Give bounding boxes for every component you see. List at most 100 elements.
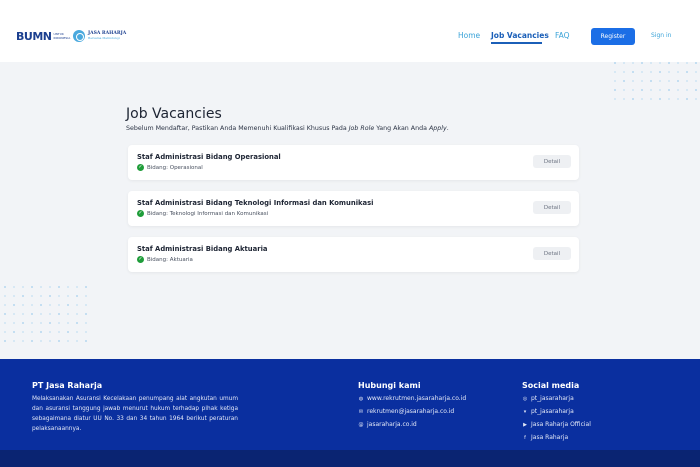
decorative-dot (695, 62, 697, 64)
decorative-dot (31, 331, 33, 333)
decorative-dot (67, 286, 69, 288)
decorative-dot (13, 286, 15, 288)
social-twitter-text: pt_jasaraharja (531, 408, 574, 415)
decorative-dot (85, 286, 87, 288)
contact-website-link[interactable]: ◍ www.rekrutmen.jasaraharja.co.id (358, 395, 466, 402)
nav-job-vacancies[interactable]: Job Vacancies (491, 31, 549, 40)
decorative-dot (49, 286, 51, 288)
decorative-dot (632, 71, 634, 73)
decorative-dot (686, 62, 688, 64)
nav-home[interactable]: Home (458, 31, 480, 40)
decorative-dot (677, 89, 679, 91)
decorative-dot (40, 313, 42, 315)
decorative-dot (76, 286, 78, 288)
decorative-dot (632, 80, 634, 82)
job-card[interactable]: Staf Administrasi Bidang Aktuaria ✓ Bida… (128, 237, 579, 272)
decorative-dot (22, 295, 24, 297)
decorative-dot (641, 89, 643, 91)
decorative-dot (650, 98, 652, 100)
decorative-dot (614, 62, 616, 64)
active-nav-underline (491, 42, 542, 44)
decorative-dot (22, 286, 24, 288)
social-youtube-link[interactable]: ▶ Jasa Raharja Official (522, 421, 591, 428)
decorative-dot (40, 304, 42, 306)
decorative-dot (49, 295, 51, 297)
decorative-dot (13, 295, 15, 297)
page-title: Job Vacancies (126, 106, 222, 122)
detail-button[interactable]: Detail (533, 201, 571, 214)
detail-button[interactable]: Detail (533, 155, 571, 168)
detail-button[interactable]: Detail (533, 247, 571, 260)
decorative-dot (40, 322, 42, 324)
decorative-dot (677, 80, 679, 82)
subtitle-text-2: Yang Akan Anda (374, 125, 429, 132)
check-circle-icon: ✓ (137, 164, 144, 171)
decorative-dot (650, 80, 652, 82)
decorative-dot (677, 98, 679, 100)
instagram-icon: ◎ (522, 395, 528, 402)
decorative-dot (623, 71, 625, 73)
footer-social-title: Social media (522, 381, 580, 390)
decorative-dot (614, 71, 616, 73)
decorative-dot (641, 62, 643, 64)
decorative-dot (85, 304, 87, 306)
decorative-dot (85, 295, 87, 297)
decorative-dot (659, 62, 661, 64)
decorative-dot (58, 331, 60, 333)
decorative-dot (22, 322, 24, 324)
decorative-dot (22, 304, 24, 306)
globe-icon: ◍ (358, 395, 364, 402)
decorative-dot (659, 71, 661, 73)
social-facebook-text: Jasa Raharja (531, 434, 569, 441)
contact-email-link[interactable]: ✉ rekrutmen@jasaraharja.co.id (358, 408, 454, 415)
social-facebook-link[interactable]: f Jasa Raharja (522, 434, 568, 441)
decorative-dot (67, 331, 69, 333)
decorative-dot (13, 340, 15, 342)
register-button[interactable]: Register (591, 28, 635, 45)
subtitle-em-apply: Apply (428, 125, 447, 132)
decorative-dot (40, 331, 42, 333)
jasa-raharja-logo[interactable]: JASA RAHARJA Bersama Melindungi (73, 30, 126, 42)
decorative-dot (67, 304, 69, 306)
youtube-icon: ▶ (523, 421, 527, 428)
decorative-dot (31, 322, 33, 324)
decorative-dot (4, 313, 6, 315)
decorative-dot (22, 331, 24, 333)
decorative-dot (85, 331, 87, 333)
twitter-icon: ▾ (523, 408, 527, 415)
decorative-dot (4, 340, 6, 342)
mail-icon: ✉ (358, 408, 364, 415)
page-subtitle: Sebelum Mendaftar, Pastikan Anda Memenuh… (126, 125, 449, 132)
job-field: ✓ Bidang: Aktuaria (137, 256, 193, 263)
job-title: Staf Administrasi Bidang Teknologi Infor… (137, 199, 374, 207)
social-twitter-link[interactable]: ▾ pt_jasaraharja (522, 408, 574, 415)
decorative-dot (695, 98, 697, 100)
decorative-dot (85, 313, 87, 315)
social-instagram-link[interactable]: ◎ pt_jasaraharja (522, 395, 574, 402)
decorative-dot (668, 98, 670, 100)
job-field-label: Bidang: Teknologi Informasi dan Komunika… (147, 210, 269, 217)
decorative-dot (614, 80, 616, 82)
decorative-dot (650, 89, 652, 91)
decorative-dot (695, 89, 697, 91)
decorative-dot (677, 71, 679, 73)
subtitle-text-1: Sebelum Mendaftar, Pastikan Anda Memenuh… (126, 125, 349, 132)
job-card[interactable]: Staf Administrasi Bidang Operasional ✓ B… (128, 145, 579, 180)
decorative-dot (31, 304, 33, 306)
job-field-label: Bidang: Operasional (147, 164, 203, 171)
check-circle-icon: ✓ (137, 210, 144, 217)
bumn-logo-subtext: UNTUK INDONESIA (53, 32, 71, 40)
job-card[interactable]: Staf Administrasi Bidang Teknologi Infor… (128, 191, 579, 226)
contact-domain-link[interactable]: @ jasaraharja.co.id (358, 421, 417, 428)
decorative-dot (13, 331, 15, 333)
decorative-dot (659, 98, 661, 100)
decorative-dot (31, 313, 33, 315)
nav-faq[interactable]: FAQ (555, 31, 570, 40)
sign-in-link[interactable]: Sign in (651, 32, 671, 39)
decorative-dot (686, 89, 688, 91)
decorative-dot (76, 331, 78, 333)
decorative-dot (641, 80, 643, 82)
bumn-logo[interactable]: BUMN UNTUK INDONESIA (16, 30, 71, 43)
decorative-dot (668, 62, 670, 64)
decorative-dot (623, 62, 625, 64)
